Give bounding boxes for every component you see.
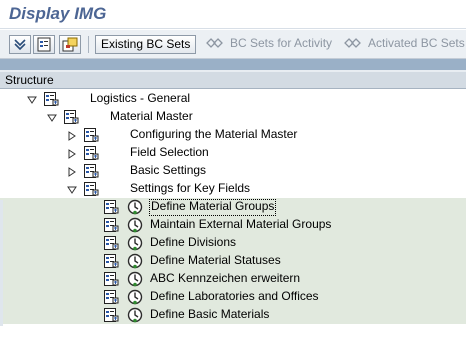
collapse-triangle-icon[interactable]	[67, 184, 77, 194]
expand-subtree-button[interactable]	[9, 35, 31, 54]
tree-node[interactable]: Define Material Statuses	[0, 252, 466, 270]
collapse-triangle-icon[interactable]	[27, 94, 37, 104]
tree-node-label[interactable]: Define Material Groups	[149, 199, 277, 216]
tree-node[interactable]: Logistics - General	[0, 90, 466, 108]
window-title: Display IMG	[9, 4, 107, 23]
documentation-icon[interactable]	[103, 217, 120, 233]
tree-node-label[interactable]: Define Divisions	[149, 235, 237, 250]
tree-node-label[interactable]: Material Master	[109, 109, 194, 124]
where-used-button[interactable]	[59, 35, 81, 54]
documentation-icon[interactable]	[103, 289, 120, 305]
activated-bc-sets-label: Activated BC Sets	[368, 36, 465, 50]
tree-node-label[interactable]: Field Selection	[129, 145, 210, 160]
tree-node[interactable]: Configuring the Material Master	[0, 126, 466, 144]
expand-triangle-icon[interactable]	[67, 148, 77, 159]
tree-node[interactable]: Material Master	[0, 108, 466, 126]
structure-column-header: Structure	[0, 72, 466, 89]
tree-node[interactable]: Define Divisions	[0, 234, 466, 252]
tree-left-edge	[0, 200, 3, 326]
documentation-icon[interactable]	[103, 235, 120, 251]
tree-node-label[interactable]: Define Material Statuses	[149, 253, 282, 268]
tree-node-label[interactable]: ABC Kennzeichen erweitern	[149, 271, 301, 286]
documentation-icon[interactable]	[103, 307, 120, 323]
execute-activity-clock-icon[interactable]	[127, 271, 143, 287]
documentation-icon[interactable]	[83, 127, 100, 143]
where-used-icon	[62, 37, 78, 52]
structure-tree: Logistics - General Material Master Config…	[0, 90, 466, 326]
title-divider	[0, 28, 466, 29]
tree-node[interactable]: Define Laboratories and Offices	[0, 288, 466, 306]
tree-node[interactable]: Field Selection	[0, 144, 466, 162]
tree-node[interactable]: Basic Settings	[0, 162, 466, 180]
documentation-icon[interactable]	[103, 253, 120, 269]
existing-bc-sets-button[interactable]: Existing BC Sets	[95, 35, 196, 54]
documentation-icon[interactable]	[83, 163, 100, 179]
tree-node-label[interactable]: Configuring the Material Master	[129, 127, 298, 142]
documentation-icon[interactable]	[43, 91, 60, 107]
existing-bc-sets-label: Existing BC Sets	[101, 37, 191, 51]
tree-node-label[interactable]: Settings for Key Fields	[129, 181, 251, 196]
activated-bc-sets-button[interactable]: Activated BC Sets	[339, 35, 466, 54]
execute-activity-clock-icon[interactable]	[127, 235, 143, 251]
header-strip	[0, 59, 466, 70]
documentation-icon[interactable]	[103, 199, 120, 215]
bc-set-icon	[344, 38, 361, 49]
documentation-button[interactable]	[33, 35, 55, 54]
expand-subtree-icon	[14, 39, 26, 51]
tree-node-label[interactable]: Define Laboratories and Offices	[149, 289, 320, 304]
tree-node[interactable]: Settings for Key Fields	[0, 180, 466, 198]
documentation-icon[interactable]	[103, 271, 120, 287]
tree-node[interactable]: Maintain External Material Groups	[0, 216, 466, 234]
collapse-triangle-icon[interactable]	[47, 112, 57, 122]
documentation-icon[interactable]	[63, 109, 80, 125]
tree-node-label[interactable]: Maintain External Material Groups	[149, 217, 332, 232]
execute-activity-clock-icon[interactable]	[127, 199, 143, 215]
tree-node[interactable]: ABC Kennzeichen erweitern	[0, 270, 466, 288]
application-toolbar: Existing BC Sets BC Sets for Activity Ac…	[0, 30, 466, 59]
execute-activity-clock-icon[interactable]	[127, 307, 143, 323]
execute-activity-clock-icon[interactable]	[127, 253, 143, 269]
tree-node-label[interactable]: Logistics - General	[89, 91, 191, 106]
tree-node-label[interactable]: Basic Settings	[129, 163, 207, 178]
toolbar-separator	[88, 36, 89, 53]
expand-triangle-icon[interactable]	[67, 166, 77, 177]
execute-activity-clock-icon[interactable]	[127, 289, 143, 305]
documentation-icon[interactable]	[83, 181, 100, 197]
execute-activity-clock-icon[interactable]	[127, 217, 143, 233]
bc-sets-for-activity-label: BC Sets for Activity	[230, 36, 333, 50]
tree-node-label[interactable]: Define Basic Materials	[149, 307, 270, 322]
tree-node[interactable]: Define Basic Materials	[0, 306, 466, 324]
documentation-icon[interactable]	[83, 145, 100, 161]
bc-sets-for-activity-button[interactable]: BC Sets for Activity	[201, 35, 336, 54]
documentation-icon	[37, 37, 51, 52]
bc-set-icon	[206, 38, 223, 49]
tree-node[interactable]: Define Material Groups	[0, 198, 466, 216]
expand-triangle-icon[interactable]	[67, 130, 77, 141]
